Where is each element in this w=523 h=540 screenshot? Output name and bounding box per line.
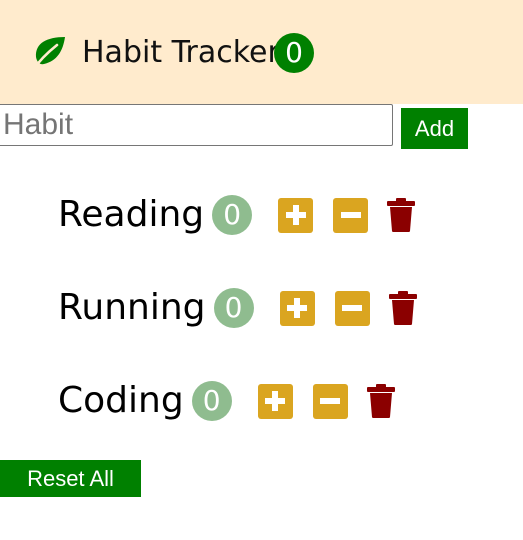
trash-icon[interactable] bbox=[366, 383, 396, 419]
habit-name: Running bbox=[58, 287, 206, 328]
decrement-button[interactable] bbox=[334, 290, 370, 326]
decrement-button[interactable] bbox=[333, 197, 369, 233]
total-count-badge: 0 bbox=[274, 33, 314, 73]
habit-row-reading: Reading 0 bbox=[58, 193, 416, 237]
habit-row-coding: Coding 0 bbox=[58, 379, 396, 423]
increment-button[interactable] bbox=[278, 197, 314, 233]
increment-button[interactable] bbox=[257, 383, 293, 419]
reset-all-button[interactable]: Reset All bbox=[0, 460, 141, 497]
habit-count-badge: 0 bbox=[191, 381, 232, 421]
plus-icon bbox=[285, 205, 306, 225]
habit-count-badge: 0 bbox=[212, 195, 253, 235]
minus-icon bbox=[342, 305, 363, 311]
leaf-icon bbox=[31, 37, 65, 72]
minus-icon bbox=[320, 398, 341, 404]
app-header: Habit Tracker 0 bbox=[0, 0, 523, 104]
minus-icon bbox=[340, 212, 361, 218]
habit-input[interactable] bbox=[0, 104, 393, 146]
increment-button[interactable] bbox=[279, 290, 315, 326]
decrement-button[interactable] bbox=[312, 383, 348, 419]
habit-count-badge: 0 bbox=[213, 288, 254, 328]
plus-icon bbox=[265, 391, 286, 411]
add-habit-button[interactable]: Add bbox=[401, 108, 468, 149]
app-title: Habit Tracker bbox=[82, 35, 280, 70]
habit-name: Reading bbox=[58, 194, 205, 235]
habit-name: Coding bbox=[58, 380, 184, 421]
trash-icon[interactable] bbox=[386, 197, 416, 233]
trash-icon[interactable] bbox=[388, 290, 418, 326]
plus-icon bbox=[287, 298, 308, 318]
habit-row-running: Running 0 bbox=[58, 286, 418, 330]
